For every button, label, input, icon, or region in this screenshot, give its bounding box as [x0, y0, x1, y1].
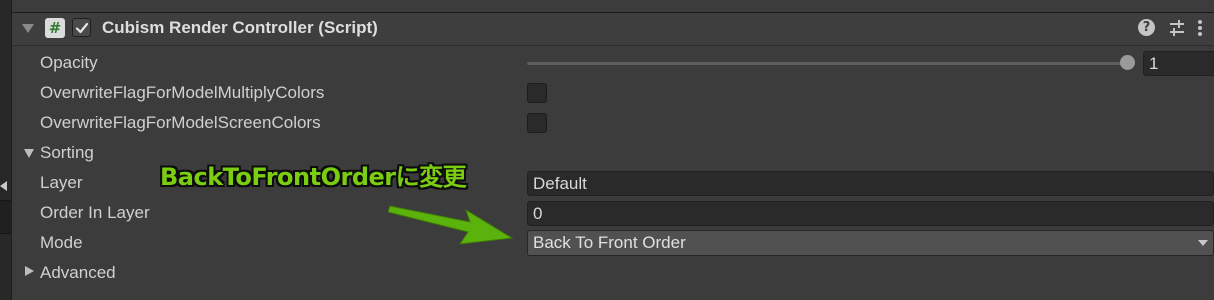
cubism-render-controller-component: # Cubism Render Controller (Script) ? Op… — [12, 0, 1214, 300]
overwrite-multiply-label: OverwriteFlagForModelMultiplyColors — [40, 83, 325, 102]
property-row-mode: Mode Back To Front Order — [12, 229, 1214, 259]
opacity-value-field[interactable]: 1 — [1143, 51, 1214, 76]
layer-field[interactable]: Default — [527, 171, 1214, 196]
presets-icon[interactable] — [1168, 18, 1186, 38]
hierarchy-selected-row[interactable] — [0, 200, 11, 234]
property-row-order-in-layer: Order In Layer 0 — [12, 199, 1214, 229]
order-in-layer-field[interactable]: 0 — [527, 201, 1214, 226]
overwrite-multiply-checkbox[interactable] — [527, 83, 547, 103]
mode-label: Mode — [40, 233, 83, 252]
dropdown-caret-icon — [1198, 240, 1208, 246]
opacity-label: Opacity — [40, 53, 98, 72]
property-row-overwrite-screen: OverwriteFlagForModelScreenColors — [12, 109, 1214, 139]
mode-dropdown-value: Back To Front Order — [533, 233, 686, 252]
annotation-callout-text: BackToFrontOrderに変更 — [160, 163, 467, 191]
order-in-layer-label: Order In Layer — [40, 203, 150, 222]
sorting-label: Sorting — [40, 143, 94, 162]
hierarchy-edge — [0, 0, 12, 300]
collapse-arrow-icon[interactable] — [0, 181, 7, 191]
header-icons: ? — [1134, 17, 1214, 41]
sorting-expanded-arrow-icon[interactable] — [24, 149, 34, 158]
component-enabled-checkbox[interactable] — [72, 18, 91, 37]
help-icon[interactable]: ? — [1138, 19, 1155, 36]
advanced-label: Advanced — [40, 263, 116, 282]
mode-dropdown[interactable]: Back To Front Order — [527, 230, 1214, 256]
overwrite-screen-checkbox[interactable] — [527, 113, 547, 133]
property-row-overwrite-multiply: OverwriteFlagForModelMultiplyColors — [12, 79, 1214, 109]
opacity-slider-thumb[interactable] — [1120, 55, 1135, 70]
advanced-collapsed-arrow-icon[interactable] — [25, 266, 34, 276]
advanced-foldout[interactable]: Advanced — [12, 259, 1214, 289]
component-header[interactable]: # Cubism Render Controller (Script) ? — [12, 12, 1214, 46]
checkmark-icon — [75, 22, 89, 34]
component-title: Cubism Render Controller (Script) — [102, 18, 378, 37]
opacity-slider[interactable] — [527, 62, 1129, 65]
annotation-arrow-icon — [388, 205, 514, 245]
context-menu-icon[interactable] — [1196, 18, 1204, 38]
layer-label: Layer — [40, 173, 83, 192]
inspector-panel: # Cubism Render Controller (Script) ? Op… — [0, 0, 1214, 300]
component-foldout-arrow-icon[interactable] — [22, 24, 34, 33]
property-row-opacity: Opacity 1 — [12, 49, 1214, 79]
script-icon: # — [45, 18, 65, 38]
overwrite-screen-label: OverwriteFlagForModelScreenColors — [40, 113, 321, 132]
